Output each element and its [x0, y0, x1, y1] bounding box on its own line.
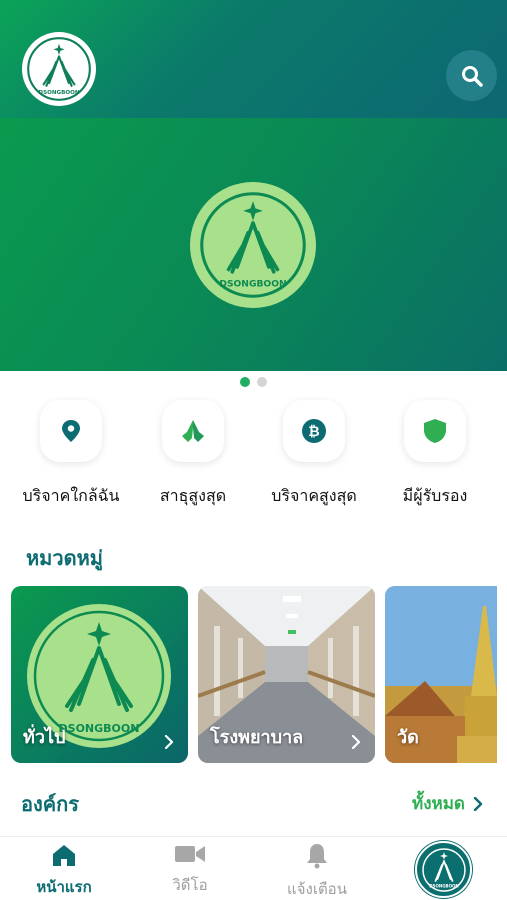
category-card-hospital[interactable]: โรงพยาบาล: [198, 586, 375, 763]
praying-hands-logo-icon: DSONGBOON: [421, 847, 466, 892]
logo-wordmark: DSONGBOON: [38, 90, 79, 96]
category-carousel[interactable]: DSONGBOON ทั่วไป โรงพยาบาล วัด: [11, 586, 497, 764]
tab-notifications[interactable]: แจ้งเตือน: [262, 843, 372, 900]
quick-action-top-sathu[interactable]: สาธุสูงสุด: [131, 400, 255, 509]
quick-action-label: มีผู้รับรอง: [402, 486, 468, 505]
see-all-label: ทั้งหมด: [412, 794, 465, 814]
promo-banner[interactable]: DSONGBOON: [0, 118, 507, 371]
quick-action-icon-box: ₿: [283, 400, 345, 462]
quick-action-icon-box: [162, 400, 224, 462]
see-all-organizations-link[interactable]: ทั้งหมด: [412, 790, 483, 817]
praying-hands-logo-icon: DSONGBOON: [200, 192, 306, 298]
tab-label: แจ้งเตือน: [287, 880, 347, 898]
shield-icon: [424, 419, 446, 443]
tab-video[interactable]: วิดีโอ: [135, 843, 245, 897]
quick-action-label: บริจาคสูงสุด: [271, 486, 357, 505]
category-card-general[interactable]: DSONGBOON ทั่วไป: [11, 586, 188, 763]
bottom-tab-bar: หน้าแรก วิดีโอ แจ้งเตือน DSONGBOON: [0, 836, 507, 900]
quick-action-icon-box: [404, 400, 466, 462]
quick-action-icon-box: [40, 400, 102, 462]
quick-action-nearby[interactable]: บริจาคใกล้ฉัน: [9, 400, 133, 509]
brand-logo[interactable]: DSONGBOON: [22, 32, 96, 106]
tab-label: วิดีโอ: [172, 876, 208, 894]
chevron-right-icon: [164, 735, 174, 749]
tab-label: หน้าแรก: [36, 878, 92, 896]
categories-heading: หมวดหมู่: [26, 546, 103, 570]
app-header: DSONGBOON: [0, 0, 507, 118]
quick-action-verified[interactable]: มีผู้รับรอง: [373, 400, 497, 509]
category-card-temple[interactable]: วัด: [385, 586, 497, 763]
quick-actions: บริจาคใกล้ฉัน สาธุสูงสุด ₿ บริจาคสูงสุด …: [0, 400, 507, 510]
quick-action-top-donation[interactable]: ₿ บริจาคสูงสุด: [252, 400, 376, 509]
category-card-wordmark: DSONGBOON: [59, 722, 140, 735]
category-card-label: วัด: [397, 727, 419, 748]
tab-home[interactable]: หน้าแรก: [9, 843, 119, 899]
banner-logo: DSONGBOON: [190, 182, 316, 308]
category-card-label: โรงพยาบาล: [210, 727, 304, 748]
chevron-right-icon: [351, 735, 361, 749]
praying-hands-icon: [182, 420, 204, 442]
quick-action-label: บริจาคใกล้ฉัน: [22, 486, 120, 505]
organizations-heading: องค์กร: [21, 792, 80, 816]
quick-action-label: สาธุสูงสุด: [159, 486, 227, 505]
tab-brand-logo[interactable]: DSONGBOON: [415, 841, 472, 898]
home-icon: [53, 845, 75, 866]
search-button[interactable]: [446, 50, 497, 101]
bitcoin-icon: ₿: [302, 419, 326, 443]
search-icon: [461, 65, 483, 87]
chevron-right-icon: [473, 796, 483, 811]
svg-text:₿: ₿: [308, 424, 319, 440]
category-card-label: ทั่วไป: [23, 727, 66, 748]
carousel-dot-active[interactable]: [240, 377, 250, 387]
banner-wordmark: DSONGBOON: [219, 279, 286, 289]
video-icon: [175, 846, 205, 862]
praying-hands-logo-icon: DSONGBOON: [27, 37, 91, 101]
carousel-indicator: [240, 377, 267, 387]
bell-icon: [307, 844, 327, 869]
tab-logo-wordmark: DSONGBOON: [429, 883, 458, 888]
carousel-dot[interactable]: [257, 377, 267, 387]
map-pin-icon: [62, 420, 80, 442]
